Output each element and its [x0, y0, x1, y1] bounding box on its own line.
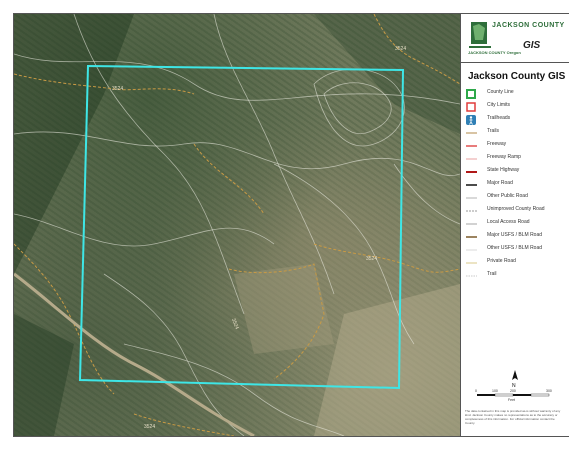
legend-item-trail: Trail	[466, 270, 566, 282]
legend-label: Trail	[487, 271, 497, 277]
legend-title: Jackson County GIS	[468, 71, 566, 82]
legend-item-other-public-road: Other Public Road	[466, 192, 566, 204]
scale-bar: N 0 100 200 300 Feet	[475, 370, 552, 402]
box-swatch-icon	[466, 89, 476, 99]
legend-panel: JACKSON COUNTY GIS JACKSON COUNTY Oregon…	[460, 14, 569, 436]
line-swatch-icon	[466, 145, 477, 147]
road-label: 3524	[395, 46, 406, 52]
scale-segment	[494, 393, 514, 397]
clearing-patch	[234, 264, 334, 354]
disclaimer-text: The data contained in this map is provid…	[465, 409, 561, 425]
legend-item-freeway: Freeway	[466, 140, 566, 152]
road-label: 3524	[112, 86, 123, 92]
legend-item-county-line: County Line	[466, 88, 566, 100]
line-swatch-icon	[466, 249, 477, 251]
hiker-icon	[466, 115, 476, 125]
scale-segment	[477, 394, 495, 396]
line-swatch-icon	[466, 184, 477, 186]
logo-caption: JACKSON COUNTY Oregon	[468, 50, 521, 55]
legend-item-other-usfs-blm-road: Other USFS / BLM Road	[466, 244, 566, 256]
legend-item-trailheads: Trailheads	[466, 114, 566, 126]
legend-item-city-limits: City Limits	[466, 101, 566, 113]
line-swatch-icon	[466, 210, 477, 212]
line-swatch-icon	[466, 171, 477, 173]
line-swatch-icon	[466, 262, 477, 264]
legend-item-major-usfs-blm-road: Major USFS / BLM Road	[466, 231, 566, 243]
scale-segment	[530, 393, 550, 397]
line-swatch-icon	[466, 275, 477, 277]
map-overlay: 3524 3524 3524 3524 3524	[14, 14, 460, 436]
scale-unit: Feet	[508, 398, 515, 402]
legend-label: Major Road	[487, 180, 513, 186]
legend-item-local-access-road: Local Access Road	[466, 218, 566, 230]
legend-label: Unimproved County Road	[487, 206, 545, 212]
legend-label: Trailheads	[487, 115, 511, 121]
legend-label: Trails	[487, 128, 500, 134]
legend-item-private-road: Private Road	[466, 257, 566, 269]
legend-label: Other USFS / BLM Road	[487, 245, 543, 251]
road-label: 3524	[366, 256, 377, 262]
scale-tick: 0	[475, 389, 477, 393]
gis-label: GIS	[523, 40, 541, 51]
legend-item-state-highway: State Highway	[466, 166, 566, 178]
forest-patch	[314, 14, 460, 134]
clearing-patch	[314, 284, 460, 436]
legend-item-trails: Trails	[466, 127, 566, 139]
line-swatch-icon	[466, 132, 477, 134]
legend-label: Local Access Road	[487, 219, 530, 225]
line-swatch-icon	[466, 236, 477, 238]
line-swatch-icon	[466, 158, 477, 160]
scale-tick: 300	[546, 389, 552, 393]
legend-label: Major USFS / BLM Road	[487, 232, 543, 238]
scale-tick: 200	[510, 389, 516, 393]
header-logo-box: JACKSON COUNTY GIS JACKSON COUNTY Oregon	[461, 14, 569, 63]
legend-item-freeway-ramp: Freeway Ramp	[466, 153, 566, 165]
legend-label: County Line	[487, 89, 514, 95]
legend-label: Private Road	[487, 258, 516, 264]
legend-label: City Limits	[487, 102, 511, 108]
legend-item-major-road: Major Road	[466, 179, 566, 191]
legend-label: State Highway	[487, 167, 520, 173]
scale-segment	[513, 394, 531, 396]
legend-label: Freeway Ramp	[487, 154, 521, 160]
scale-tick: 100	[492, 389, 498, 393]
forest-patch	[14, 14, 134, 274]
north-arrow-icon: N	[512, 370, 518, 389]
map-canvas[interactable]: 3524 3524 3524 3524 3524	[14, 14, 460, 436]
legend-label: Other Public Road	[487, 193, 528, 199]
line-swatch-icon	[466, 223, 477, 225]
line-swatch-icon	[466, 197, 477, 199]
org-name: JACKSON COUNTY	[492, 22, 565, 29]
legend-label: Freeway	[487, 141, 507, 147]
road-label: 3524	[230, 318, 240, 331]
forest-patch	[14, 314, 74, 436]
box-swatch-icon	[466, 102, 476, 112]
legend-item-unimproved-county-road: Unimproved County Road	[466, 205, 566, 217]
road-label: 3524	[144, 424, 155, 430]
